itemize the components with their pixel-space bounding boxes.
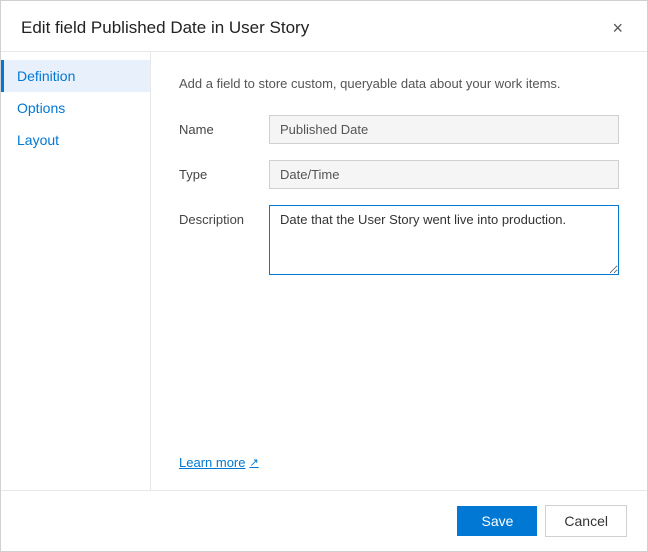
dialog-body: Definition Options Layout Add a field to… — [1, 52, 647, 490]
save-button[interactable]: Save — [457, 506, 537, 536]
description-field: Date that the User Story went live into … — [269, 205, 619, 278]
sidebar-item-layout[interactable]: Layout — [1, 124, 150, 156]
sidebar: Definition Options Layout — [1, 52, 151, 490]
edit-field-dialog: Edit field Published Date in User Story … — [0, 0, 648, 552]
type-field — [269, 160, 619, 189]
dialog-header: Edit field Published Date in User Story … — [1, 1, 647, 52]
name-row: Name — [179, 115, 619, 144]
learn-more-label: Learn more — [179, 455, 245, 470]
learn-more-link[interactable]: Learn more ↗ — [179, 455, 259, 470]
dialog-title: Edit field Published Date in User Story — [21, 18, 309, 38]
type-row: Type — [179, 160, 619, 189]
sidebar-item-label-layout: Layout — [17, 132, 59, 148]
dialog-footer: Save Cancel — [1, 490, 647, 551]
sidebar-item-label-definition: Definition — [17, 68, 75, 84]
type-label: Type — [179, 160, 269, 182]
description-row: Description Date that the User Story wen… — [179, 205, 619, 278]
sidebar-item-options[interactable]: Options — [1, 92, 150, 124]
external-link-icon: ↗ — [249, 456, 258, 469]
description-textarea[interactable]: Date that the User Story went live into … — [269, 205, 619, 275]
description-text: Add a field to store custom, queryable d… — [179, 76, 619, 91]
type-input[interactable] — [269, 160, 619, 189]
name-field — [269, 115, 619, 144]
sidebar-item-definition[interactable]: Definition — [1, 60, 150, 92]
description-label: Description — [179, 205, 269, 227]
cancel-button[interactable]: Cancel — [545, 505, 627, 537]
sidebar-item-label-options: Options — [17, 100, 65, 116]
learn-more-container: Learn more ↗ — [179, 431, 619, 470]
main-content: Add a field to store custom, queryable d… — [151, 52, 647, 490]
name-label: Name — [179, 115, 269, 137]
name-input[interactable] — [269, 115, 619, 144]
close-button[interactable]: × — [608, 17, 627, 39]
